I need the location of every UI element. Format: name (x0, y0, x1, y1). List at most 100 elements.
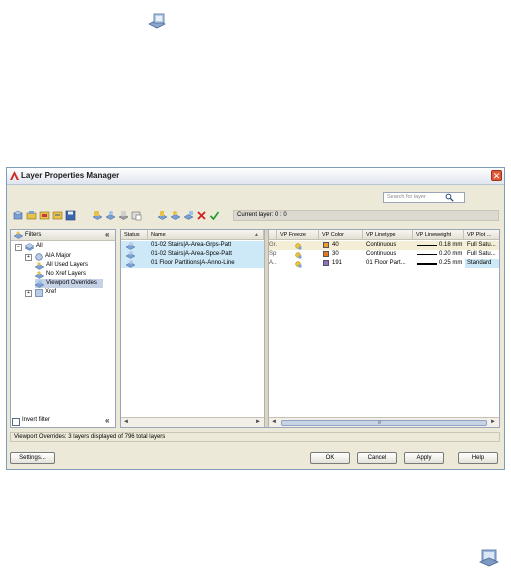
filter-vpoverride-icon (35, 280, 44, 288)
new-vp-layer-icon[interactable] (183, 210, 194, 221)
layer-status-icon (126, 242, 135, 250)
layer-status-icon (126, 260, 135, 268)
set-current-icon[interactable] (209, 210, 220, 221)
title-bar: Layer Properties Manager ✕ (7, 168, 504, 185)
vp-freeze-sun-icon[interactable] (294, 242, 302, 250)
expander-all[interactable]: − (15, 244, 22, 251)
col-vp-color[interactable]: VP Color (319, 230, 363, 240)
invert-filter-label: Invert filter (22, 417, 51, 423)
layer-icon[interactable] (118, 210, 129, 221)
col-name[interactable]: Name ▲ (148, 230, 264, 240)
expander-aia-major[interactable]: + (25, 254, 32, 261)
layer-list: Status Name ▲ VP Freeze VP Color VP Line… (120, 229, 500, 428)
new-property-filter-icon[interactable] (13, 210, 24, 221)
vp-color-value[interactable]: 30 (332, 250, 339, 259)
status-text: Viewport Overrides: 3 layers displayed o… (14, 434, 166, 440)
new-group-filter-icon[interactable] (26, 210, 37, 221)
filter-item-all-used[interactable]: All Used Layers (35, 261, 113, 270)
vp-lineweight-value[interactable]: 0.18 mm (439, 241, 462, 250)
expander-xref[interactable]: + (25, 290, 32, 297)
delete-layer-icon[interactable] (196, 210, 207, 221)
filter-xref-icon (35, 289, 43, 297)
apply-button[interactable]: Apply (404, 452, 444, 464)
collapse-tree-button[interactable]: « (105, 417, 109, 425)
col-vp-freeze[interactable]: VP Freeze (277, 230, 319, 240)
filter-all-icon (25, 243, 34, 251)
layer-name[interactable]: 01 Floor Partitions|A-Anno-Line (151, 259, 235, 268)
layer-name[interactable]: 01-02 Stairs|A-Area-Grps-Patt (151, 241, 231, 250)
lineweight-sample (417, 254, 437, 255)
settings-button[interactable]: Settings... (10, 452, 55, 464)
vp-color-value[interactable]: 191 (332, 259, 342, 268)
vp-plot-value[interactable]: Standard (465, 259, 499, 268)
filter-item-all[interactable]: − All (15, 242, 113, 251)
col-hidden[interactable] (269, 230, 277, 240)
filter-item-xref[interactable]: + Xref (25, 288, 113, 297)
group-filter-icon[interactable] (52, 210, 63, 221)
invert-filter-checkbox[interactable] (12, 418, 20, 426)
color-swatch[interactable] (323, 242, 329, 248)
col-status[interactable]: Status (121, 230, 148, 240)
filter-item-aia-major[interactable]: + AIA Major (25, 252, 113, 261)
lineweight-sample (417, 245, 437, 246)
filter-aia-label: AIA Major (45, 253, 72, 259)
thumb-grip: ||| (378, 419, 382, 424)
filter-used-label: All Used Layers (46, 262, 89, 268)
scroll-left-arrow[interactable]: ◄ (122, 418, 130, 427)
vp-color-value[interactable]: 40 (332, 241, 339, 250)
vp-plot-value[interactable]: Full Satu... (467, 241, 499, 250)
right-hscrollbar[interactable]: ◄ ||| ► (269, 417, 499, 427)
layer-status-icon (126, 251, 135, 259)
window-title: Layer Properties Manager (21, 171, 120, 180)
col-vp-lineweight[interactable]: VP Lineweight (413, 230, 464, 240)
filter-item-viewport-overrides[interactable]: Viewport Overrides (35, 279, 103, 288)
layer-stack-icon (148, 13, 166, 29)
layer-properties-icon (479, 549, 499, 567)
new-vp-frozen-layer-icon[interactable] (170, 210, 181, 221)
vp-freeze-sun-icon[interactable] (294, 260, 302, 268)
new-layer-icon-2[interactable] (157, 210, 168, 221)
close-button[interactable]: ✕ (491, 170, 502, 181)
color-swatch[interactable] (323, 251, 329, 257)
col-vp-linetype[interactable]: VP Linetype (363, 230, 413, 240)
filter-item-no-xref[interactable]: No Xref Layers (35, 270, 113, 279)
filter-aia-icon (35, 253, 43, 261)
left-hscrollbar[interactable]: ◄ ► (121, 417, 264, 427)
filters-header-label: Filters (25, 232, 42, 238)
filters-icon (14, 231, 23, 239)
sort-arrow-icon: ▲ (254, 232, 259, 238)
layer-walk-icon[interactable] (131, 210, 142, 221)
scroll-left-arrow-2[interactable]: ◄ (270, 418, 278, 427)
new-layer-vp-frozen-icon[interactable] (105, 210, 116, 221)
vp-linetype-value[interactable]: Continuous (366, 241, 396, 250)
filter-vpoverride-label: Viewport Overrides (46, 280, 97, 286)
save-icon[interactable] (65, 210, 76, 221)
vp-linetype-value[interactable]: 01 Floor Part... (366, 259, 413, 268)
layer-name[interactable]: 01-02 Stairs|A-Area-Spce-Patt (151, 250, 232, 259)
collapse-filters-button[interactable]: « (105, 231, 109, 239)
cancel-button[interactable]: Cancel (357, 452, 397, 464)
scroll-thumb[interactable]: ||| (281, 419, 487, 426)
autocad-logo-icon (10, 171, 19, 180)
scroll-right-arrow-2[interactable]: ► (489, 418, 497, 427)
layer-states-manager-icon[interactable] (39, 210, 50, 221)
vp-lineweight-value[interactable]: 0.20 mm (439, 250, 462, 259)
filters-header: Filters « (11, 230, 115, 241)
truncated-cell: Gr... (269, 242, 277, 248)
ok-button[interactable]: OK (310, 452, 350, 464)
lineweight-sample (417, 263, 437, 265)
vp-lineweight-value[interactable]: 0.25 mm (439, 259, 462, 268)
search-icon[interactable] (445, 193, 454, 202)
help-button[interactable]: Help (458, 452, 498, 464)
col-name-label: Name (151, 232, 166, 238)
vp-freeze-sun-icon[interactable] (294, 251, 302, 259)
truncated-cell: A... (269, 260, 277, 266)
filter-xref-label: Xref (45, 289, 57, 295)
invert-filter-row: Invert filter « (10, 415, 116, 427)
col-vp-plot[interactable]: VP Plot ... (464, 230, 499, 240)
new-layer-icon[interactable] (92, 210, 103, 221)
vp-linetype-value[interactable]: Continuous (366, 250, 396, 259)
vp-plot-value[interactable]: Full Satu... (467, 250, 499, 259)
color-swatch[interactable] (323, 260, 329, 266)
scroll-right-arrow[interactable]: ► (254, 418, 262, 427)
